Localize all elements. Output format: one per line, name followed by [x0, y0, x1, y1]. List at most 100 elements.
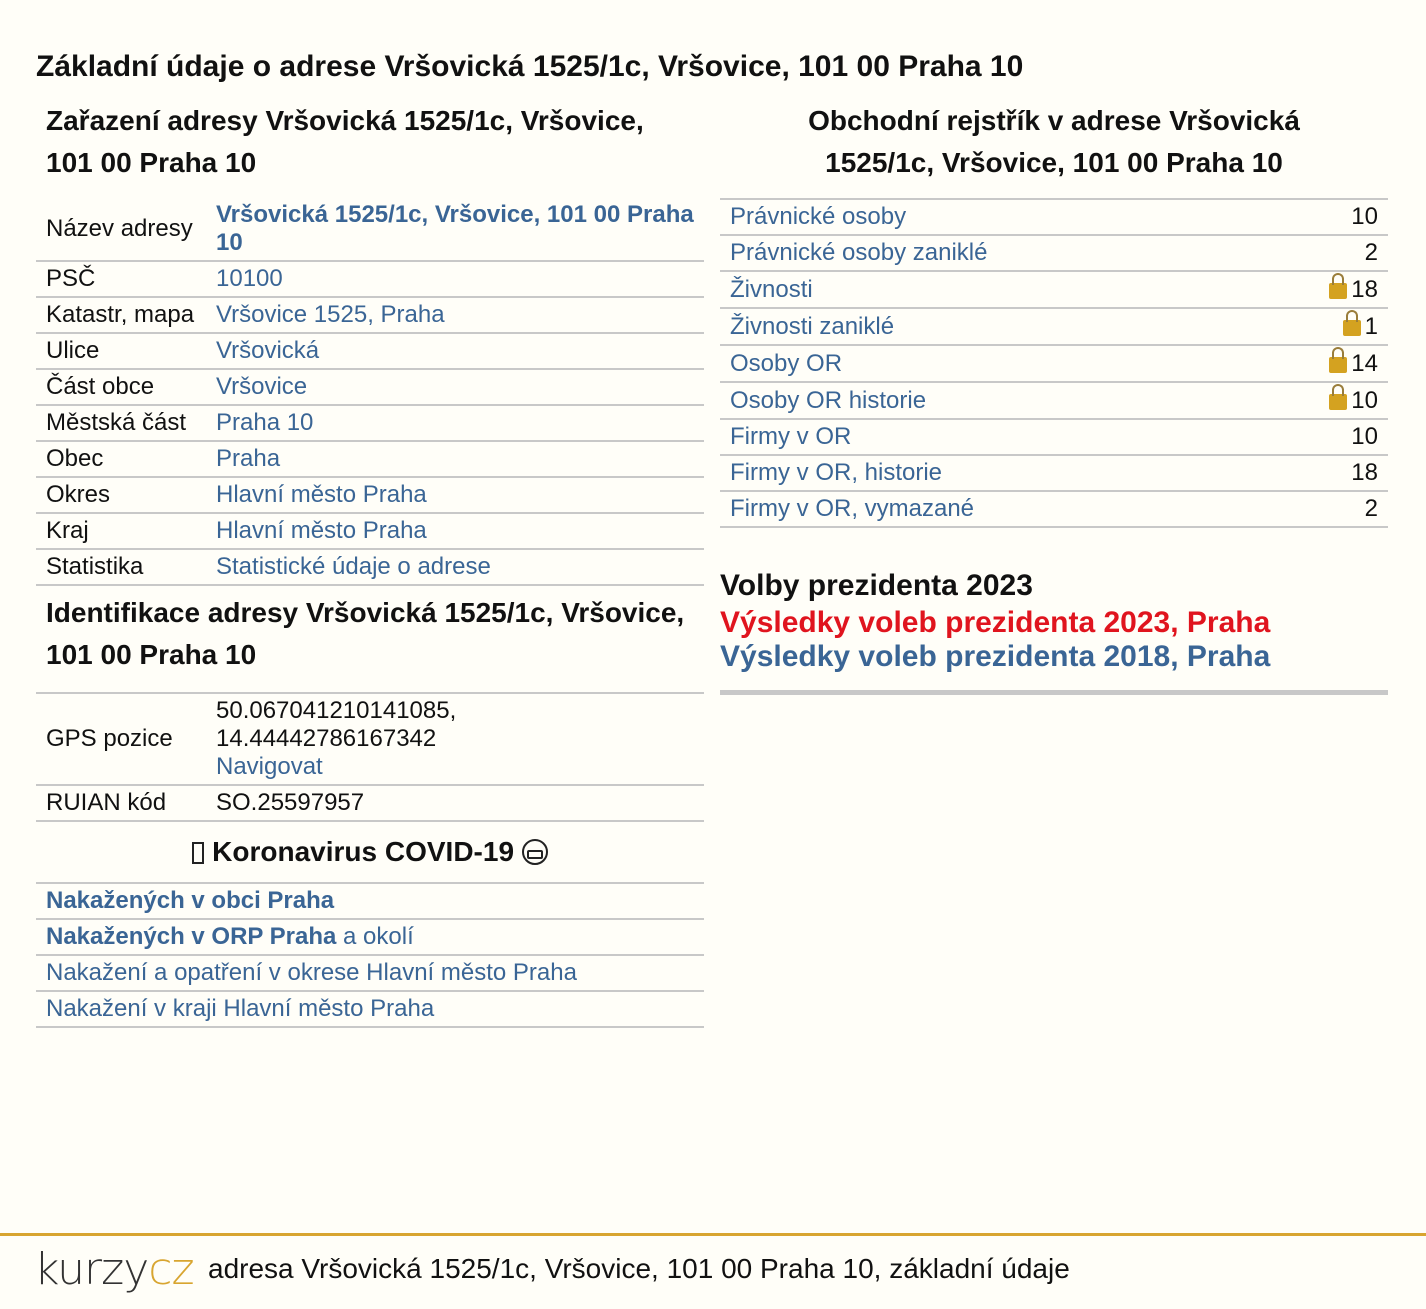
face-mask-icon — [521, 839, 548, 865]
table-row: Nakažených v obci Praha — [36, 883, 704, 920]
footer: kurzycz adresa Vršovická 1525/1c, Vršovi… — [0, 1233, 1426, 1309]
ulice-link[interactable]: Vršovická — [216, 337, 319, 364]
pravnicke-osoby-link[interactable]: Právnické osoby — [730, 203, 906, 230]
count: 10 — [1351, 387, 1378, 414]
table-row: Katastr, mapa Vršovice 1525, Praha — [36, 297, 704, 334]
row-label: Statistika — [36, 549, 206, 586]
table-row: Právnické osoby 10 — [720, 199, 1388, 236]
count: 18 — [1351, 276, 1378, 303]
covid-okres-link[interactable]: Nakažení a opatření v okrese Hlavní měst… — [46, 959, 577, 986]
covid-links-table: Nakažených v obci Praha Nakažených v ORP… — [36, 882, 704, 1028]
table-row: Živnosti 18 — [720, 271, 1388, 309]
zivnosti-link[interactable]: Živnosti — [730, 276, 813, 303]
obchodni-title: Obchodní rejstřík v adrese Vršovická 152… — [808, 105, 1300, 178]
table-row: Osoby OR historie 10 — [720, 382, 1388, 420]
covid-obec-link[interactable]: Nakažených v obci Praha — [46, 887, 334, 914]
osoby-or-historie-link[interactable]: Osoby OR historie — [730, 387, 926, 414]
covid-kraj-link[interactable]: Nakažení v kraji Hlavní město Praha — [46, 995, 434, 1022]
table-row: Statistika Statistické údaje o adrese — [36, 549, 704, 586]
count: 14 — [1351, 350, 1378, 377]
table-row: Ulice Vršovická — [36, 333, 704, 370]
count: 10 — [1255, 419, 1388, 456]
table-row: RUIAN kód SO.25597957 — [36, 785, 704, 822]
table-row: Nakažení v kraji Hlavní město Praha — [36, 991, 704, 1028]
psc-link[interactable]: 10100 — [216, 265, 283, 292]
count: 18 — [1255, 455, 1388, 492]
row-label: Název adresy — [36, 198, 206, 262]
gps-label: GPS pozice — [36, 693, 206, 786]
firmy-v-or-historie-link[interactable]: Firmy v OR, historie — [730, 459, 942, 486]
covid-orp-link[interactable]: Nakažených v ORP Praha — [46, 923, 336, 950]
ruian-value: SO.25597957 — [206, 785, 704, 822]
lock-icon — [1342, 310, 1361, 336]
lock-icon — [1329, 347, 1348, 373]
zivnosti-zanikle-link[interactable]: Živnosti zaniklé — [730, 313, 894, 340]
volby-title: Volby prezidenta 2023 — [720, 569, 1033, 602]
row-label: Obec — [36, 441, 206, 478]
count: 10 — [1255, 199, 1388, 236]
business-register-table: Právnické osoby 10 Právnické osoby zanik… — [720, 198, 1388, 528]
table-row: Název adresy Vršovická 1525/1c, Vršovice… — [36, 198, 704, 262]
count: 2 — [1255, 491, 1388, 528]
table-row: Nakažených v ORP Praha a okolí — [36, 919, 704, 956]
volby-2018-link[interactable]: Výsledky voleb prezidenta 2018, Praha — [720, 640, 1388, 674]
row-label: Okres — [36, 477, 206, 514]
okres-link[interactable]: Hlavní město Praha — [216, 481, 427, 508]
table-row: Firmy v OR, historie 18 — [720, 455, 1388, 492]
row-label: Městská část — [36, 405, 206, 442]
navigate-link[interactable]: Navigovat — [216, 753, 323, 780]
firmy-v-or-vymazane-link[interactable]: Firmy v OR, vymazané — [730, 495, 974, 522]
page-title: Základní údaje o adrese Vršovická 1525/1… — [36, 50, 1024, 83]
volby-2023-link[interactable]: Výsledky voleb prezidenta 2023, Praha — [720, 606, 1388, 640]
covid-title-text: Koronavirus COVID-19 — [212, 836, 515, 867]
osoby-or-link[interactable]: Osoby OR — [730, 350, 842, 377]
row-label: Část obce — [36, 369, 206, 406]
gps-latitude: 50.067041210141085, — [216, 697, 457, 724]
identifikace-title: Identifikace adresy Vršovická 1525/1c, V… — [46, 597, 685, 670]
table-row: PSČ 10100 — [36, 261, 704, 298]
kraj-link[interactable]: Hlavní město Praha — [216, 517, 427, 544]
address-info-table: Název adresy Vršovická 1525/1c, Vršovice… — [36, 198, 704, 586]
lock-icon — [1329, 273, 1348, 299]
firmy-v-or-link[interactable]: Firmy v OR — [730, 423, 851, 450]
mestska-cast-link[interactable]: Praha 10 — [216, 409, 313, 436]
virus-icon — [192, 842, 205, 864]
row-label: Ulice — [36, 333, 206, 370]
table-row: Nakažení a opatření v okrese Hlavní měst… — [36, 955, 704, 992]
row-label: Kraj — [36, 513, 206, 550]
table-row: Osoby OR 14 — [720, 345, 1388, 383]
table-row: Firmy v OR 10 — [720, 419, 1388, 456]
cast-obce-link[interactable]: Vršovice — [216, 373, 307, 400]
table-row: Firmy v OR, vymazané 2 — [720, 491, 1388, 528]
address-name-link[interactable]: Vršovická 1525/1c, Vršovice, 101 00 Prah… — [216, 201, 694, 256]
statistika-link[interactable]: Statistické údaje o adrese — [216, 553, 491, 580]
divider — [720, 690, 1388, 695]
table-row: Živnosti zaniklé 1 — [720, 308, 1388, 346]
pravnicke-osoby-zanikle-link[interactable]: Právnické osoby zaniklé — [730, 239, 987, 266]
katastr-link[interactable]: Vršovice 1525, Praha — [216, 301, 445, 328]
right-column: Obchodní rejstřík v adrese Vršovická 152… — [720, 100, 1388, 695]
lock-icon — [1329, 384, 1348, 410]
zarazeni-title: Zařazení adresy Vršovická 1525/1c, Vršov… — [46, 105, 644, 178]
table-row: Obec Praha — [36, 441, 704, 478]
count: 1 — [1364, 313, 1378, 340]
table-row: Městská část Praha 10 — [36, 405, 704, 442]
table-row: GPS pozice 50.067041210141085, 14.444427… — [36, 693, 704, 786]
count: 2 — [1255, 235, 1388, 272]
covid-title: Koronavirus COVID-19 — [36, 822, 704, 882]
covid-orp-okoli-link[interactable]: a okolí — [336, 923, 414, 950]
row-label: PSČ — [36, 261, 206, 298]
obec-link[interactable]: Praha — [216, 445, 280, 472]
left-column: Zařazení adresy Vršovická 1525/1c, Vršov… — [36, 100, 704, 1028]
gps-value: 50.067041210141085, 14.44442786167342 Na… — [206, 693, 704, 786]
row-label: Katastr, mapa — [36, 297, 206, 334]
table-row: Právnické osoby zaniklé 2 — [720, 235, 1388, 272]
ruian-label: RUIAN kód — [36, 785, 206, 822]
volby-section: Volby prezidenta 2023 Výsledky voleb pre… — [720, 566, 1388, 695]
identification-table: GPS pozice 50.067041210141085, 14.444427… — [36, 692, 704, 822]
footer-text: adresa Vršovická 1525/1c, Vršovice, 101 … — [208, 1253, 1070, 1284]
table-row: Okres Hlavní město Praha — [36, 477, 704, 514]
kurzy-logo[interactable]: kurzycz — [34, 1246, 195, 1294]
table-row: Kraj Hlavní město Praha — [36, 513, 704, 550]
gps-longitude: 14.44442786167342 — [216, 725, 437, 752]
